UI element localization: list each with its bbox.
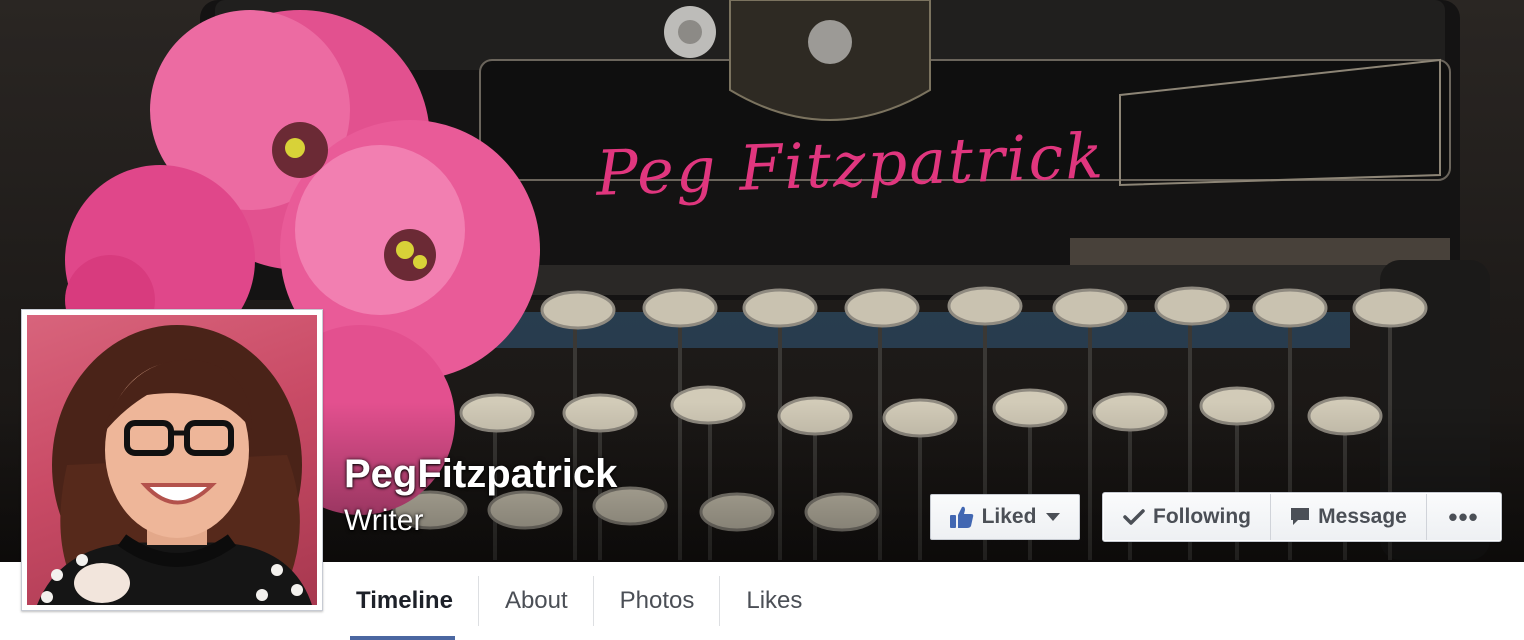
- tab-photos[interactable]: Photos: [594, 562, 721, 640]
- tab-label: Likes: [746, 587, 803, 614]
- more-options-button[interactable]: •••: [1427, 494, 1500, 540]
- message-label: Message: [1318, 505, 1407, 528]
- tab-label: Timeline: [356, 587, 453, 614]
- message-button[interactable]: Message: [1271, 494, 1427, 540]
- tab-timeline[interactable]: Timeline: [330, 562, 479, 640]
- liked-button[interactable]: Liked: [930, 494, 1080, 540]
- tab-label: Photos: [619, 587, 695, 614]
- following-label: Following: [1153, 505, 1251, 528]
- profile-picture[interactable]: [21, 309, 323, 611]
- following-button[interactable]: Following: [1104, 494, 1271, 540]
- page-title[interactable]: PegFitzpatrick: [344, 452, 617, 497]
- check-icon: [1123, 508, 1145, 526]
- page-tabs: Timeline About Photos Likes: [330, 562, 1524, 640]
- tab-about[interactable]: About: [479, 562, 594, 640]
- speech-bubble-icon: [1290, 507, 1310, 527]
- tab-likes[interactable]: Likes: [720, 562, 828, 640]
- thumbs-up-icon: [949, 506, 974, 528]
- profile-portrait: [37, 325, 312, 605]
- more-dots-icon: •••: [1448, 501, 1479, 532]
- page-category[interactable]: Writer: [344, 504, 423, 538]
- liked-label: Liked: [981, 505, 1037, 528]
- caret-down-icon: [1046, 513, 1061, 521]
- tab-label: About: [504, 587, 568, 614]
